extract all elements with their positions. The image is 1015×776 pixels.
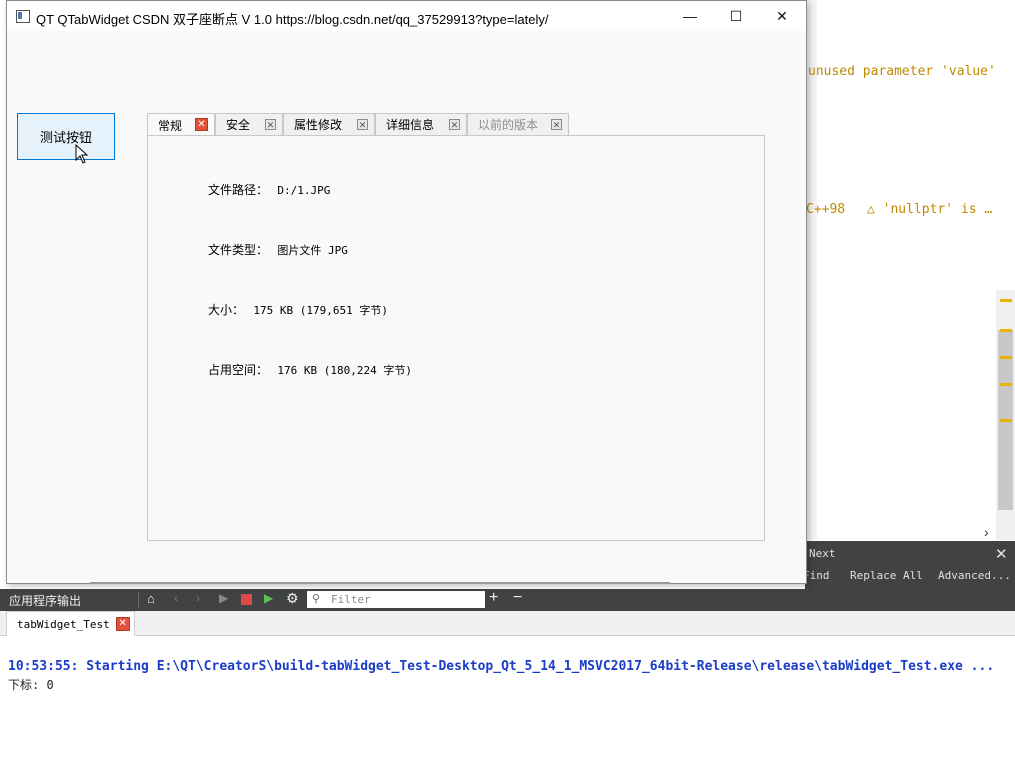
title-bar[interactable]: QT QTabWidget CSDN 双子座断点 V 1.0 https://b… (7, 1, 806, 31)
close-button[interactable]: ✕ (759, 1, 805, 31)
minimize-button[interactable]: — (667, 1, 713, 31)
close-icon: ✕ (551, 119, 562, 130)
tab-label: 安全 (226, 118, 251, 132)
file-path-row: 文件路径： D:/1.JPG (208, 181, 330, 198)
minimize-icon: — (683, 8, 697, 24)
app-icon (16, 10, 30, 23)
disk-size-row: 占用空间： 176 KB (180,224 字节) (208, 361, 412, 378)
advanced-button[interactable]: Advanced... (938, 569, 1011, 582)
output-panel-title: 应用程序输出 (9, 594, 82, 608)
warning-marker (1000, 383, 1012, 386)
output-tabbar: tabWidget_Test ✕ (0, 611, 1015, 636)
file-path-value: D:/1.JPG (277, 184, 331, 197)
tab-label: 属性修改 (294, 118, 343, 132)
tab-general[interactable]: 常规 ✕ (147, 113, 215, 136)
file-type-label: 文件类型： (208, 243, 269, 257)
warning-marker (1000, 356, 1012, 359)
tab-security[interactable]: 安全 ✕ (215, 113, 283, 135)
disk-size-label: 占用空间： (208, 363, 269, 377)
tab-content-general: 文件路径： D:/1.JPG 文件类型： 图片文件 JPG 大小： 175 KB… (147, 135, 765, 541)
rerun-icon[interactable]: ▶ (264, 591, 273, 605)
run-icon[interactable]: ▶ (219, 591, 228, 605)
stop-icon[interactable] (241, 594, 252, 605)
clear-icon[interactable]: ⌂ (147, 591, 155, 606)
next-icon[interactable]: › (196, 591, 200, 605)
mouse-cursor-icon (75, 143, 89, 169)
file-type-row: 文件类型： 图片文件 JPG (208, 241, 348, 258)
output-tab-label: tabWidget_Test (17, 617, 110, 631)
warning-annotation: unused parameter 'value' (808, 64, 996, 79)
add-icon[interactable]: + (489, 589, 498, 607)
maximize-icon: ☐ (729, 7, 743, 24)
app-window: QT QTabWidget CSDN 双子座断点 V 1.0 https://b… (6, 0, 807, 584)
file-path-label: 文件路径： (208, 183, 269, 197)
output-pane[interactable] (0, 636, 1015, 776)
tab-properties[interactable]: 属性修改 ✕ (283, 113, 375, 135)
replace-all-button[interactable]: Replace All (850, 569, 923, 582)
disk-size-value: 176 KB (180,224 字节) (277, 364, 412, 377)
file-type-value: 图片文件 JPG (277, 244, 348, 257)
tab-label: 以前的版本 (478, 118, 539, 132)
warning-marker (1000, 329, 1012, 332)
close-icon[interactable]: ✕ (195, 118, 208, 131)
filter-placeholder: Filter (331, 593, 371, 606)
chevron-right-icon[interactable]: › (984, 524, 989, 540)
divider (138, 592, 139, 608)
filter-input[interactable]: ⚲ Filter (307, 591, 485, 608)
tab-previous-versions: 以前的版本 ✕ (467, 113, 569, 135)
warning-triangle-icon: △ (866, 202, 875, 217)
window-edge (90, 582, 670, 584)
output-toolbar: 应用程序输出 ⌂ ‹ › ▶ ▶ ⚙ ⚲ Filter + − (0, 589, 1015, 611)
find-next-button[interactable]: Next (809, 547, 836, 560)
maximize-button[interactable]: ☐ (713, 1, 759, 31)
warning-text: 'nullptr' is … (882, 202, 993, 217)
minus-icon[interactable]: − (513, 589, 522, 607)
warning-annotation: C++98 △ 'nullptr' is … (806, 202, 992, 217)
file-size-label: 大小： (208, 303, 245, 317)
tab-label: 常规 (158, 118, 183, 133)
tab-label: 详细信息 (386, 118, 435, 132)
file-size-row: 大小： 175 KB (179,651 字节) (208, 301, 388, 318)
window-title: QT QTabWidget CSDN 双子座断点 V 1.0 https://b… (36, 12, 549, 27)
log-line: 下标: 0 (8, 678, 54, 692)
log-line: 10:53:55: Starting E:\QT\CreatorS\build-… (8, 659, 995, 674)
close-icon[interactable]: ✕ (115, 617, 130, 631)
warning-marker (1000, 299, 1012, 302)
gear-icon[interactable]: ⚙ (286, 590, 299, 607)
output-tab[interactable]: tabWidget_Test ✕ (6, 611, 135, 636)
search-icon: ⚲ (312, 593, 321, 605)
tab-details[interactable]: 详细信息 ✕ (375, 113, 467, 135)
find-bar: Next Find Replace All Advanced... (803, 541, 1015, 591)
warning-marker (1000, 419, 1012, 422)
close-icon[interactable]: ✕ (995, 545, 1008, 563)
close-icon[interactable]: ✕ (357, 119, 368, 130)
file-size-value: 175 KB (179,651 字节) (253, 304, 388, 317)
close-icon[interactable]: ✕ (265, 119, 276, 130)
close-icon[interactable]: ✕ (449, 119, 460, 130)
test-button[interactable]: 测试按钮 (17, 113, 115, 160)
warning-prefix: C++98 (806, 202, 846, 217)
previous-icon[interactable]: ‹ (174, 591, 178, 605)
close-icon: ✕ (776, 7, 788, 24)
